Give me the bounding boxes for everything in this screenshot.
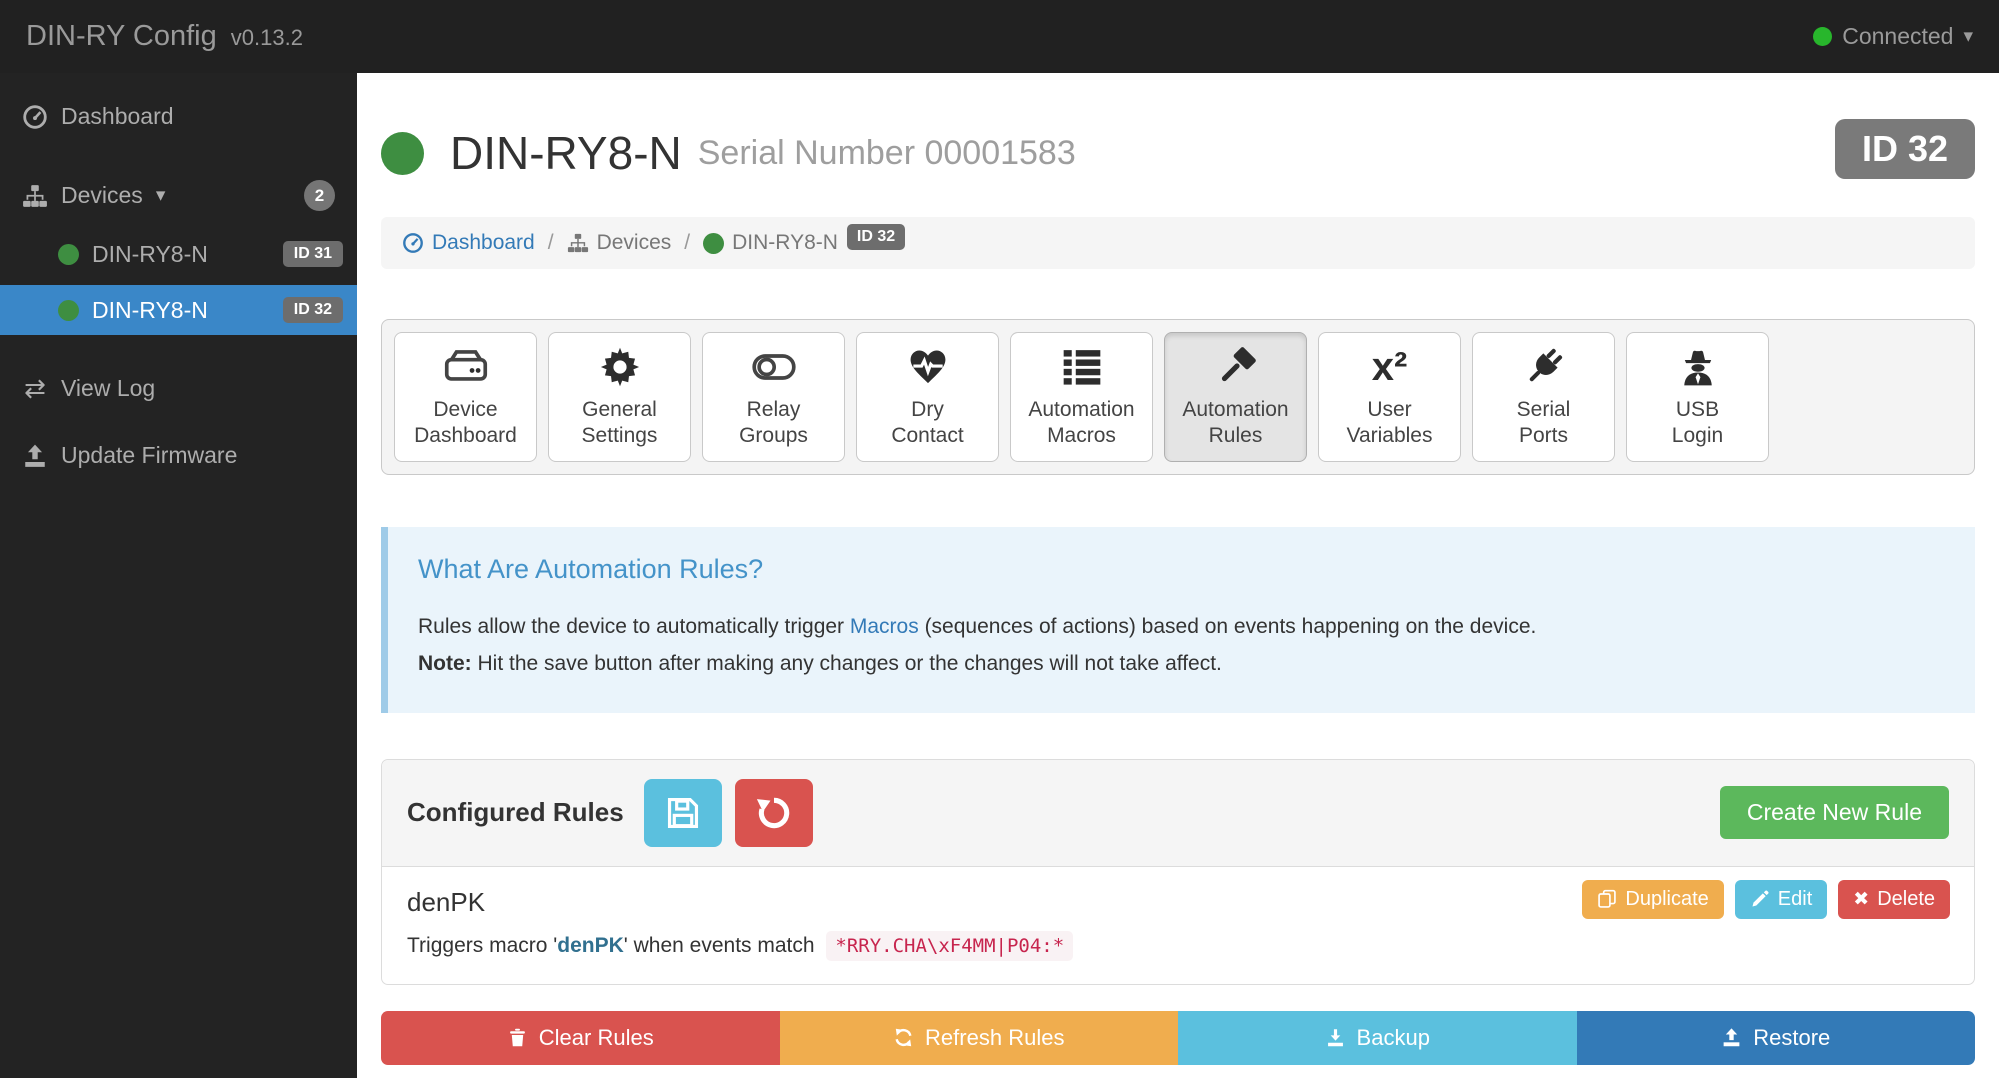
sidebar-item-update-firmware[interactable]: Update Firmware — [0, 430, 357, 481]
app-version: v0.13.2 — [231, 25, 303, 50]
sitemap-icon — [22, 183, 48, 209]
sitemap-icon — [567, 232, 589, 254]
view-log-label: View Log — [61, 375, 155, 402]
breadcrumb-device-id-badge: ID 32 — [847, 224, 905, 250]
callout-body: Rules allow the device to automatically … — [418, 609, 1945, 646]
connection-status-label: Connected — [1842, 23, 1953, 50]
device-name: DIN-RY8-N — [92, 297, 208, 324]
tab-usb-login[interactable]: USBLogin — [1626, 332, 1769, 462]
breadcrumb-current-device: DIN-RY8-N — [703, 231, 838, 255]
device-id-badge: ID 31 — [283, 241, 343, 267]
spy-icon — [1676, 345, 1720, 389]
save-rules-button[interactable] — [644, 779, 722, 847]
rule-pattern-code: *RRY.CHA\xF4MM|P04:* — [826, 931, 1073, 961]
tab-automation-rules[interactable]: AutomationRules — [1164, 332, 1307, 462]
connection-status-dropdown[interactable]: Connected ▾ — [1813, 23, 1973, 50]
tab-user-variables[interactable]: x² UserVariables — [1318, 332, 1461, 462]
caret-down-icon: ▾ — [156, 184, 166, 207]
app-title: DIN-RY Config v0.13.2 — [26, 20, 303, 53]
gavel-icon — [1214, 345, 1258, 389]
restore-button[interactable]: Restore — [1577, 1011, 1976, 1065]
callout-title: What Are Automation Rules? — [418, 554, 1945, 585]
device-status-dot-icon — [703, 233, 724, 254]
clear-rules-button[interactable]: Clear Rules — [381, 1011, 780, 1065]
topbar: DIN-RY Config v0.13.2 Connected ▾ — [0, 0, 1999, 73]
info-callout: What Are Automation Rules? Rules allow t… — [381, 527, 1975, 713]
sidebar-item-device-id31[interactable]: DIN-RY8-N ID 31 — [0, 229, 357, 279]
list-icon — [1060, 345, 1104, 389]
device-tabs: DeviceDashboard GeneralSettings RelayGro… — [381, 319, 1975, 475]
x-icon: ✖ — [1853, 890, 1869, 909]
macro-name: denPK — [557, 934, 624, 957]
copy-icon — [1597, 889, 1617, 909]
app-name: DIN-RY Config — [26, 20, 217, 52]
breadcrumb-separator: / — [680, 231, 694, 255]
download-icon — [1325, 1027, 1346, 1048]
dashboard-icon — [22, 104, 48, 130]
exchange-icon: ⇄ — [22, 373, 48, 404]
tab-serial-ports[interactable]: SerialPorts — [1472, 332, 1615, 462]
connected-dot-icon — [1813, 27, 1832, 46]
devices-count-badge: 2 — [304, 180, 335, 211]
refresh-rules-button[interactable]: Refresh Rules — [780, 1011, 1179, 1065]
sidebar-dashboard-label: Dashboard — [61, 103, 174, 130]
hdd-icon — [444, 345, 488, 389]
trash-icon — [507, 1027, 528, 1048]
tab-dry-contact[interactable]: DryContact — [856, 332, 999, 462]
caret-down-icon: ▾ — [1963, 25, 1973, 48]
x-squared-icon: x² — [1372, 345, 1408, 389]
macros-link[interactable]: Macros — [850, 615, 919, 638]
panel-title: Configured Rules — [407, 797, 624, 828]
delete-rule-button[interactable]: ✖ Delete — [1838, 880, 1950, 919]
breadcrumb-separator: / — [544, 231, 558, 255]
sidebar-item-devices[interactable]: Devices ▾ 2 — [0, 168, 357, 223]
sidebar-item-device-id32[interactable]: DIN-RY8-N ID 32 — [0, 285, 357, 335]
device-name: DIN-RY8-N — [92, 241, 208, 268]
save-icon — [664, 794, 702, 832]
breadcrumb: Dashboard / Devices / DIN-RY8-N ID 32 — [381, 217, 1975, 269]
rules-footer-buttons: Clear Rules Refresh Rules Backup Restore — [381, 1011, 1975, 1065]
undo-icon — [755, 794, 793, 832]
tab-general-settings[interactable]: GeneralSettings — [548, 332, 691, 462]
configured-rules-panel: Configured Rules Create New Rule denPK T… — [381, 759, 1975, 985]
breadcrumb-devices-link[interactable]: Devices — [567, 231, 672, 255]
sidebar-devices-label: Devices — [61, 182, 143, 209]
panel-header: Configured Rules Create New Rule — [382, 760, 1974, 867]
page-title: DIN-RY8-N — [450, 126, 682, 180]
main-content: DIN-RY8-N Serial Number 00001583 ID 32 D… — [357, 73, 1999, 1078]
backup-button[interactable]: Backup — [1178, 1011, 1577, 1065]
pencil-icon — [1750, 889, 1770, 909]
rule-actions: Duplicate Edit ✖ Delete — [1582, 880, 1950, 919]
dashboard-icon — [402, 232, 424, 254]
rule-row: denPK Triggers macro 'denPK' when events… — [382, 867, 1974, 984]
tab-automation-macros[interactable]: AutomationMacros — [1010, 332, 1153, 462]
undo-rules-button[interactable] — [735, 779, 813, 847]
toggle-icon — [752, 345, 796, 389]
device-status-dot-icon — [58, 300, 79, 321]
edit-rule-button[interactable]: Edit — [1735, 880, 1827, 919]
upload-icon — [1721, 1027, 1742, 1048]
upload-icon — [22, 443, 48, 469]
create-new-rule-button[interactable]: Create New Rule — [1720, 786, 1949, 839]
tab-device-dashboard[interactable]: DeviceDashboard — [394, 332, 537, 462]
tab-relay-groups[interactable]: RelayGroups — [702, 332, 845, 462]
device-header: DIN-RY8-N Serial Number 00001583 ID 32 — [381, 117, 1975, 189]
serial-number: Serial Number 00001583 — [698, 134, 1076, 173]
update-firmware-label: Update Firmware — [61, 442, 237, 469]
sidebar: Dashboard Devices ▾ 2 DIN-RY8-N ID 31 DI… — [0, 73, 357, 1078]
duplicate-rule-button[interactable]: Duplicate — [1582, 880, 1723, 919]
refresh-icon — [893, 1027, 914, 1048]
heartbeat-icon — [906, 345, 950, 389]
plug-icon — [1522, 345, 1566, 389]
device-status-dot-icon — [381, 132, 424, 175]
sidebar-item-dashboard[interactable]: Dashboard — [0, 91, 357, 142]
device-status-dot-icon — [58, 244, 79, 265]
device-id-badge: ID 32 — [283, 297, 343, 323]
sidebar-item-view-log[interactable]: ⇄ View Log — [0, 361, 357, 416]
callout-note: Note: Hit the save button after making a… — [418, 646, 1945, 683]
device-id-badge: ID 32 — [1835, 119, 1975, 179]
gear-icon — [598, 345, 642, 389]
breadcrumb-dashboard-link[interactable]: Dashboard — [402, 231, 535, 255]
rule-description: Triggers macro 'denPK' when events match… — [407, 934, 1949, 958]
